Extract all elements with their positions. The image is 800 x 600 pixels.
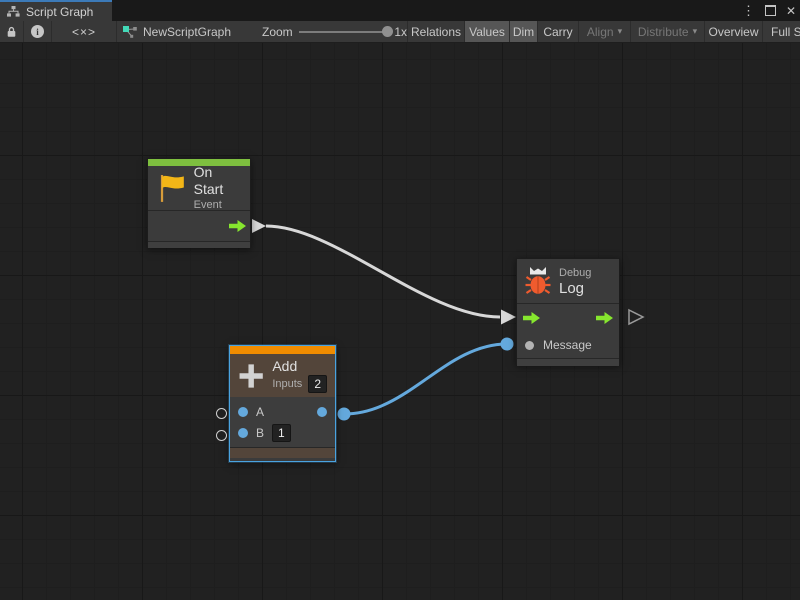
plus-icon [238, 361, 264, 391]
chevron-down-icon: ▾ [618, 26, 623, 37]
overview-button[interactable]: Overview [705, 21, 763, 42]
node-debug-log[interactable]: Debug Log Message [516, 258, 620, 365]
unity-visual-scripting-window: Script Graph ⋮ ✕ i <×> [0, 0, 800, 600]
graph-hierarchy-icon [7, 6, 20, 17]
flag-icon [156, 171, 186, 205]
distribute-label: Distribute [638, 25, 689, 39]
value-input-stub-icon[interactable] [216, 408, 227, 419]
zoom-label: Zoom [262, 25, 293, 39]
tab-label: Script Graph [26, 5, 93, 19]
node-title: Log [559, 280, 591, 297]
value-input-stub-icon[interactable] [216, 430, 227, 441]
zoom-slider[interactable] [299, 31, 389, 33]
tab-script-graph[interactable]: Script Graph [0, 0, 112, 21]
value-output-port[interactable] [317, 407, 327, 417]
flow-output-stub-icon[interactable] [629, 310, 643, 324]
info-button[interactable]: i [24, 21, 52, 42]
window-menu-icon[interactable]: ⋮ [742, 0, 755, 21]
value-input-port-b[interactable] [238, 428, 248, 438]
node-add[interactable]: Add Inputs 2 A B 1 [229, 345, 336, 462]
port-b-value-field[interactable]: 1 [272, 424, 291, 442]
values-button[interactable]: Values [465, 21, 510, 42]
zoom-value: 1x [394, 25, 407, 39]
node-title: Add [272, 358, 327, 375]
port-b-label: B [256, 426, 264, 440]
node-surtitle: Debug [559, 266, 591, 280]
align-label: Align [587, 25, 614, 39]
overview-label: Overview [709, 25, 759, 39]
code-icon: <×> [72, 25, 96, 39]
flow-wire[interactable] [266, 226, 500, 317]
close-icon[interactable]: ✕ [786, 4, 796, 18]
graph-toolbar: i <×> NewScriptGraph Zoom 1x Relations V… [0, 21, 800, 43]
inputs-count-field[interactable]: 2 [308, 375, 327, 393]
value-wire[interactable] [344, 344, 507, 414]
maximize-icon[interactable] [765, 5, 776, 16]
value-input-port-a[interactable] [238, 407, 248, 417]
chevron-down-icon: ▾ [693, 26, 698, 37]
edit-script-button[interactable]: <×> [52, 21, 117, 42]
node-title: On Start [194, 164, 242, 198]
values-label: Values [469, 25, 505, 39]
fullscreen-button[interactable]: Full S [763, 21, 800, 42]
zoom-control: Zoom 1x [262, 21, 408, 42]
relations-label: Relations [411, 25, 461, 39]
bug-icon [525, 266, 551, 296]
flow-arrow-icon [229, 220, 246, 232]
graph-name: NewScriptGraph [143, 25, 231, 39]
node-footer [148, 242, 250, 248]
flow-input-port[interactable] [523, 312, 540, 324]
align-button[interactable]: Align ▾ [579, 21, 631, 42]
message-input-port[interactable] [525, 341, 534, 350]
graph-canvas[interactable]: On Start Event [0, 43, 800, 600]
title-bar: Script Graph ⋮ ✕ [0, 0, 800, 21]
node-footer [230, 448, 335, 458]
node-footer [517, 359, 619, 366]
relations-button[interactable]: Relations [408, 21, 465, 42]
node-subtitle: Inputs [272, 377, 302, 391]
carry-label: Carry [543, 25, 572, 39]
graph-asset[interactable]: NewScriptGraph [117, 21, 262, 42]
port-row-a: A [230, 401, 335, 422]
fullscreen-label: Full S [771, 25, 800, 39]
message-port-label: Message [543, 338, 592, 352]
math-accent-strip [230, 346, 335, 354]
flow-wire-source-arrow [252, 219, 266, 233]
flow-arrow-icon [523, 312, 540, 324]
value-wire-source-dot [338, 408, 351, 421]
lock-icon [6, 26, 17, 38]
distribute-button[interactable]: Distribute ▾ [631, 21, 705, 42]
carry-button[interactable]: Carry [538, 21, 579, 42]
zoom-slider-handle[interactable] [382, 26, 393, 37]
dim-label: Dim [513, 25, 534, 39]
flow-arrow-icon [596, 312, 613, 324]
window-controls: ⋮ ✕ [742, 0, 796, 21]
flow-output-port[interactable] [229, 220, 246, 232]
port-a-label: A [256, 405, 264, 419]
node-subtitle: Event [194, 198, 242, 212]
value-wire-target-dot [501, 338, 514, 351]
dim-button[interactable]: Dim [510, 21, 538, 42]
lock-button[interactable] [0, 21, 24, 42]
port-row-b: B 1 [230, 422, 335, 443]
wire-layer [0, 43, 800, 600]
node-on-start[interactable]: On Start Event [147, 158, 251, 248]
flow-wire-target-arrow [501, 310, 516, 325]
script-graph-asset-icon [123, 26, 137, 38]
info-icon: i [31, 25, 44, 38]
flow-output-port[interactable] [596, 312, 613, 324]
